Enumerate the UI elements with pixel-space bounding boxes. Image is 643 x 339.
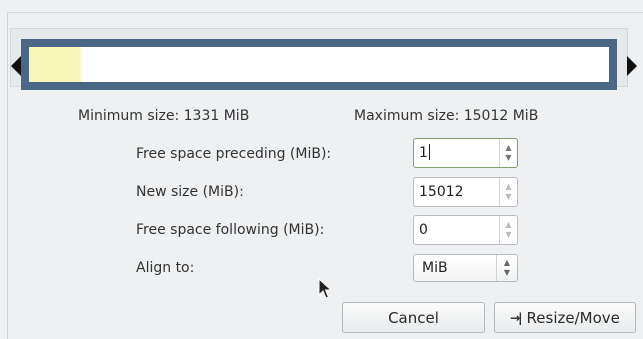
combo-arrows[interactable]: ▲ ▼ (496, 255, 517, 281)
align-to-combobox[interactable]: MiB ▲ ▼ (413, 254, 518, 282)
partition-bar[interactable] (21, 39, 617, 90)
left-resize-handle-icon[interactable] (11, 56, 21, 76)
free-space-preceding-label: Free space preceding (MiB): (136, 146, 332, 162)
resize-move-button[interactable]: →| Resize/Move (494, 302, 636, 333)
arrow-up-icon[interactable]: ▲ (505, 182, 511, 192)
spin-arrows[interactable]: ▲ ▼ (499, 178, 517, 206)
align-to-label: Align to: (136, 260, 195, 276)
right-resize-handle-icon[interactable] (627, 56, 637, 76)
align-to-value: MiB (422, 260, 448, 276)
arrow-down-icon[interactable]: ▼ (505, 192, 511, 202)
resize-move-button-label: Resize/Move (526, 308, 620, 327)
free-space-preceding-input[interactable]: 1 (414, 139, 499, 167)
cancel-button-label: Cancel (388, 308, 439, 327)
spin-arrows[interactable]: ▲ ▼ (499, 139, 517, 167)
free-space-following-label: Free space following (MiB): (136, 222, 325, 238)
free-space-following-spinbutton[interactable]: 0 ▲ ▼ (413, 215, 518, 245)
arrow-to-bar-icon: →| (510, 310, 523, 325)
arrow-down-icon[interactable]: ▼ (505, 153, 511, 163)
mouse-pointer-icon (318, 278, 332, 299)
free-space-following-input[interactable]: 0 (414, 216, 499, 244)
new-size-input[interactable]: 15012 (414, 178, 499, 206)
used-space-segment (29, 47, 81, 82)
maximum-size-label: Maximum size: 15012 MiB (354, 108, 539, 124)
arrow-up-icon[interactable]: ▲ (505, 220, 511, 230)
free-space-preceding-spinbutton[interactable]: 1 ▲ ▼ (413, 138, 518, 168)
arrow-up-icon[interactable]: ▲ (505, 143, 511, 153)
chevron-down-icon: ▼ (503, 268, 511, 277)
new-size-spinbutton[interactable]: 15012 ▲ ▼ (413, 177, 518, 207)
minimum-size-label: Minimum size: 1331 MiB (78, 108, 250, 124)
spin-arrows[interactable]: ▲ ▼ (499, 216, 517, 244)
cancel-button[interactable]: Cancel (342, 302, 485, 333)
new-size-label: New size (MiB): (136, 184, 244, 200)
chevron-up-icon: ▲ (503, 258, 511, 267)
arrow-down-icon[interactable]: ▼ (505, 230, 511, 240)
